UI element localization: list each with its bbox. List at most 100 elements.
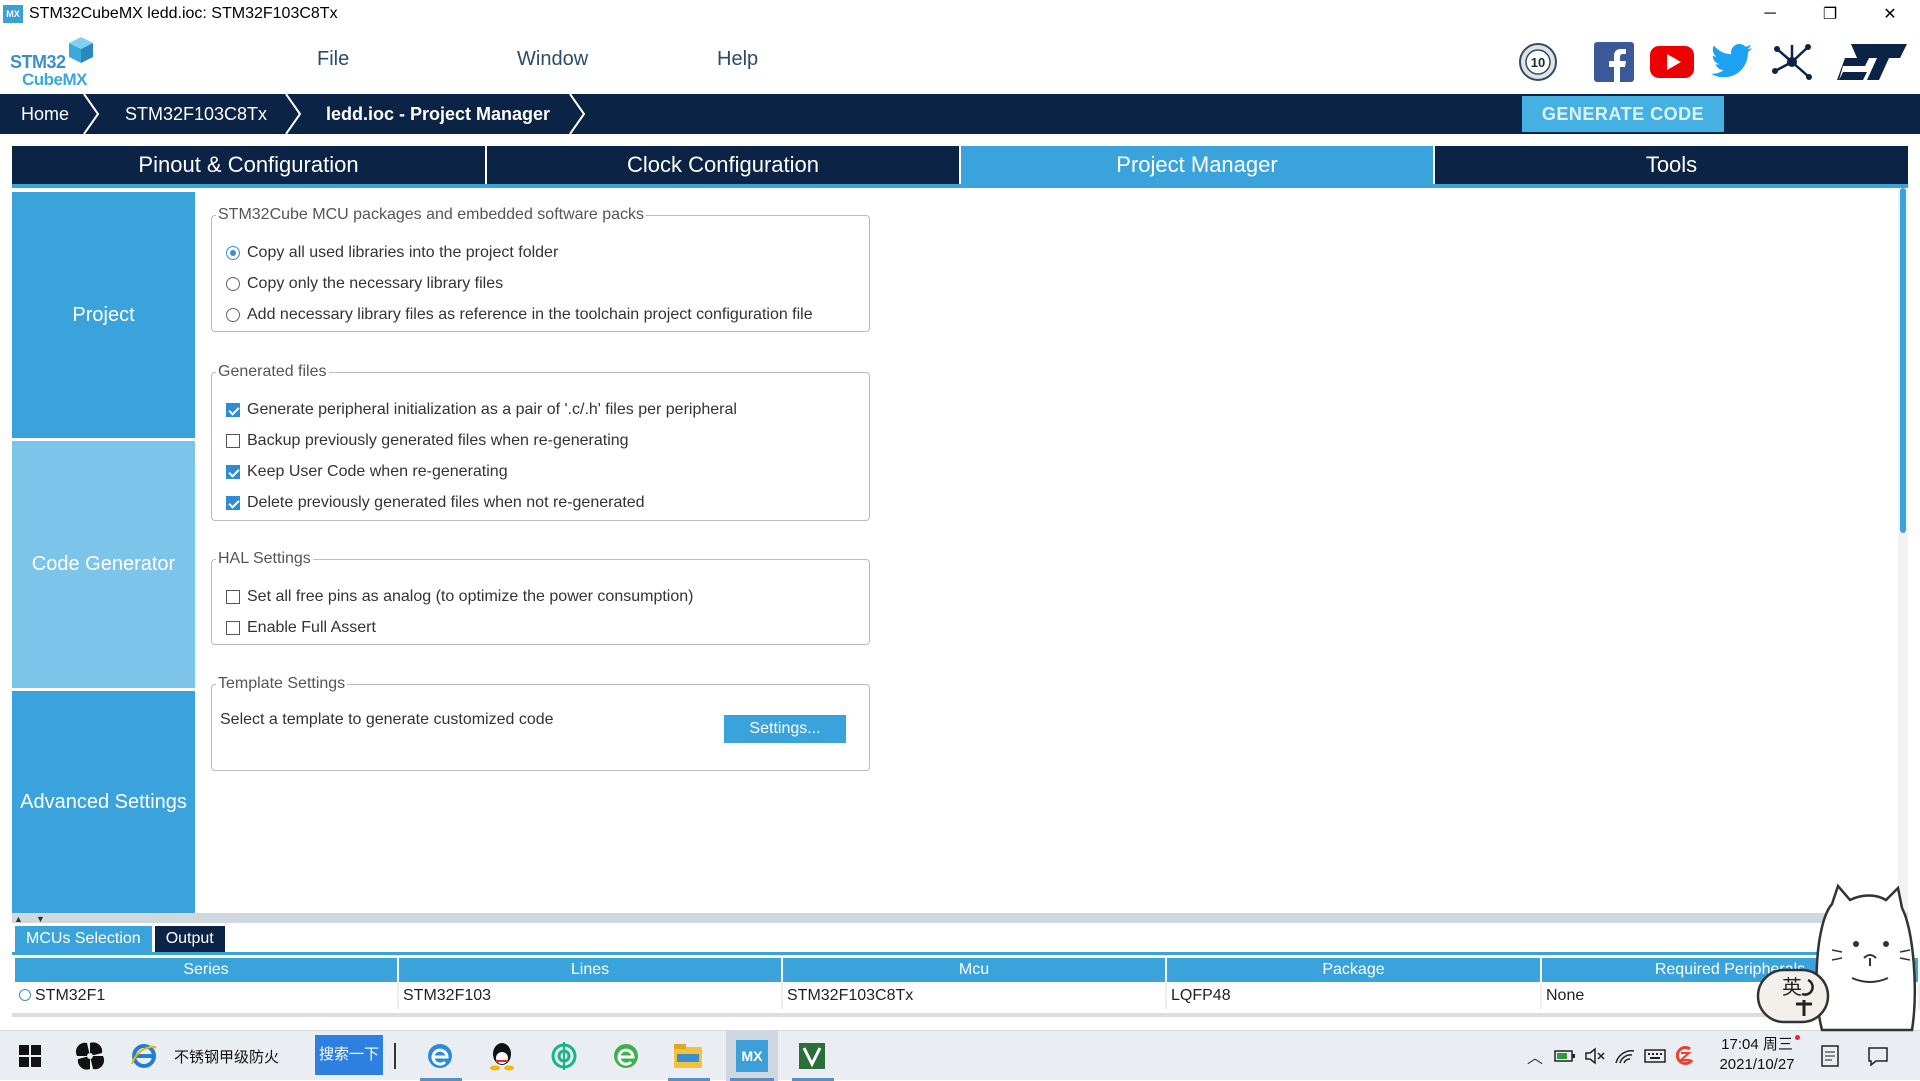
column-series[interactable]: Series [15,958,399,982]
main-tabs: Pinout & Configuration Clock Configurati… [12,146,1908,186]
anniversary-10-icon[interactable]: 10 [1516,40,1560,84]
reference-libraries-option[interactable]: Add necessary library files as reference… [226,306,813,324]
sidebar-item-project[interactable]: Project [12,192,195,438]
generate-peripheral-pair-option[interactable]: Generate peripheral initialization as a … [226,401,737,419]
option-label: Set all free pins as analog (to optimize… [247,588,694,605]
cell-series-value: STM32F1 [35,987,106,1004]
network-share-icon[interactable] [1770,40,1814,84]
qq-icon[interactable] [486,1040,518,1072]
keep-user-code-option[interactable]: Keep User Code when re-generating [226,463,508,481]
full-assert-option[interactable]: Enable Full Assert [226,619,376,637]
youtube-icon[interactable] [1650,40,1694,84]
ie-search-text[interactable]: 不锈钢甲级防火 [174,1046,279,1067]
copy-necessary-libraries-option[interactable]: Copy only the necessary library files [226,275,503,293]
sidebar-item-code-generator[interactable]: Code Generator [12,441,195,688]
green-target-app-icon[interactable] [548,1040,580,1072]
template-settings-group: Template Settings Select a template to g… [211,675,870,771]
action-center-icon[interactable] [1862,1040,1894,1072]
delete-generated-files-checkbox[interactable] [226,496,240,510]
keyboard-icon[interactable] [1644,1047,1666,1065]
desktop-pet-cat[interactable]: 英 [1752,882,1920,1032]
taskbar-divider [394,1043,396,1069]
collapse-up-icon[interactable]: ▲ [14,914,23,924]
scrollbar-thumb[interactable] [1900,188,1906,533]
clock-date: 2021/10/27 [1719,1056,1795,1073]
packages-group: STM32Cube MCU packages and embedded soft… [211,206,870,332]
content-scrollbar[interactable] [1898,188,1908,913]
free-pins-analog-option[interactable]: Set all free pins as analog (to optimize… [226,588,693,606]
generate-code-button[interactable]: GENERATE CODE [1522,96,1724,132]
window-title-bar: MX STM32CubeMX ledd.ioc: STM32F103C8Tx ─… [0,0,1920,28]
st-logo-icon[interactable] [1836,40,1910,84]
table-scrollbar[interactable] [12,1013,1908,1017]
backup-generated-files-checkbox[interactable] [226,434,240,448]
facebook-icon[interactable] [1592,40,1636,84]
breadcrumb-home[interactable]: Home [21,94,69,134]
volume-mute-icon[interactable] [1584,1047,1606,1065]
minimize-button[interactable]: ─ [1740,0,1800,28]
tab-output[interactable]: Output [154,926,225,952]
option-label: Copy all used libraries into the project… [247,244,559,261]
green-browser-icon[interactable] [610,1040,642,1072]
panel-splitter[interactable]: ▲ ▼ [12,913,1908,924]
tab-clock-configuration[interactable]: Clock Configuration [487,146,959,184]
sidebar-item-label: Project [72,303,135,326]
copy-necessary-libraries-radio[interactable] [226,277,240,291]
project-manager-sidebar: Project Code Generator Advanced Settings [12,188,195,913]
windows-start-icon[interactable] [14,1040,46,1072]
table-row[interactable]: STM32F1 STM32F103 STM32F103C8Tx LQFP48 N… [15,983,1920,1009]
keep-user-code-checkbox[interactable] [226,465,240,479]
file-explorer-icon[interactable] [672,1040,704,1072]
backup-generated-files-option[interactable]: Backup previously generated files when r… [226,432,629,450]
pinwheel-app-icon[interactable] [74,1040,106,1072]
chevron-up-icon[interactable]: ︿ [1522,1044,1548,1068]
close-button[interactable]: ✕ [1860,0,1920,28]
option-label: Add necessary library files as reference… [247,306,813,323]
restore-button[interactable]: ❐ [1800,0,1860,28]
tab-mcus-selection[interactable]: MCUs Selection [15,926,152,952]
option-label: Generate peripheral initialization as a … [247,401,737,418]
generated-files-legend: Generated files [218,363,327,380]
keil-ide-icon[interactable] [796,1040,828,1072]
clock-time: 17:04 周三 [1721,1036,1793,1053]
copy-all-libraries-radio[interactable] [226,246,240,260]
edge-browser-icon[interactable] [424,1040,456,1072]
column-lines[interactable]: Lines [399,958,783,982]
reference-libraries-radio[interactable] [226,308,240,322]
full-assert-checkbox[interactable] [226,621,240,635]
battery-icon[interactable] [1554,1048,1576,1064]
cell-lines: STM32F103 [399,983,783,1009]
ie-browser-icon[interactable] [128,1040,160,1072]
breadcrumb-mcu[interactable]: STM32F103C8Tx [125,94,267,134]
hal-settings-legend: HAL Settings [218,550,311,567]
generate-peripheral-pair-checkbox[interactable] [226,403,240,417]
sidebar-item-advanced-settings[interactable]: Advanced Settings [12,691,195,913]
menu-window[interactable]: Window [517,48,588,71]
hal-settings-group: HAL Settings Set all free pins as analog… [211,550,870,645]
logo-line-2: CubeMX [22,70,88,89]
notification-dot [1795,1035,1800,1040]
collapse-down-icon[interactable]: ▼ [36,914,45,924]
column-mcu[interactable]: Mcu [783,958,1167,982]
notepad-icon[interactable] [1814,1040,1846,1072]
tab-tools[interactable]: Tools [1435,146,1908,184]
free-pins-analog-checkbox[interactable] [226,590,240,604]
menu-file[interactable]: File [317,48,349,71]
taskbar-search-button[interactable]: 搜索一下 [315,1035,383,1075]
twitter-icon[interactable] [1710,40,1754,84]
template-settings-button[interactable]: Settings... [724,715,846,743]
stm32cubemx-taskbar-icon[interactable]: MX [736,1040,768,1072]
wifi-icon[interactable] [1614,1047,1636,1065]
mcu-table-header: Series Lines Mcu Package Required Periph… [15,958,1920,982]
column-package[interactable]: Package [1167,958,1542,982]
delete-generated-files-option[interactable]: Delete previously generated files when n… [226,494,645,512]
taskbar-clock[interactable]: 17:04 周三 2021/10/27 [1712,1035,1802,1075]
sogou-icon[interactable] [1674,1045,1696,1067]
bottom-panel-tabs: MCUs Selection Output [15,926,228,952]
generated-files-group: Generated files Generate peripheral init… [211,363,870,521]
breadcrumb-current[interactable]: ledd.ioc - Project Manager [326,94,550,134]
tab-project-manager[interactable]: Project Manager [961,146,1433,184]
tab-pinout-configuration[interactable]: Pinout & Configuration [12,146,485,184]
copy-all-libraries-option[interactable]: Copy all used libraries into the project… [226,244,558,262]
menu-help[interactable]: Help [717,48,758,71]
